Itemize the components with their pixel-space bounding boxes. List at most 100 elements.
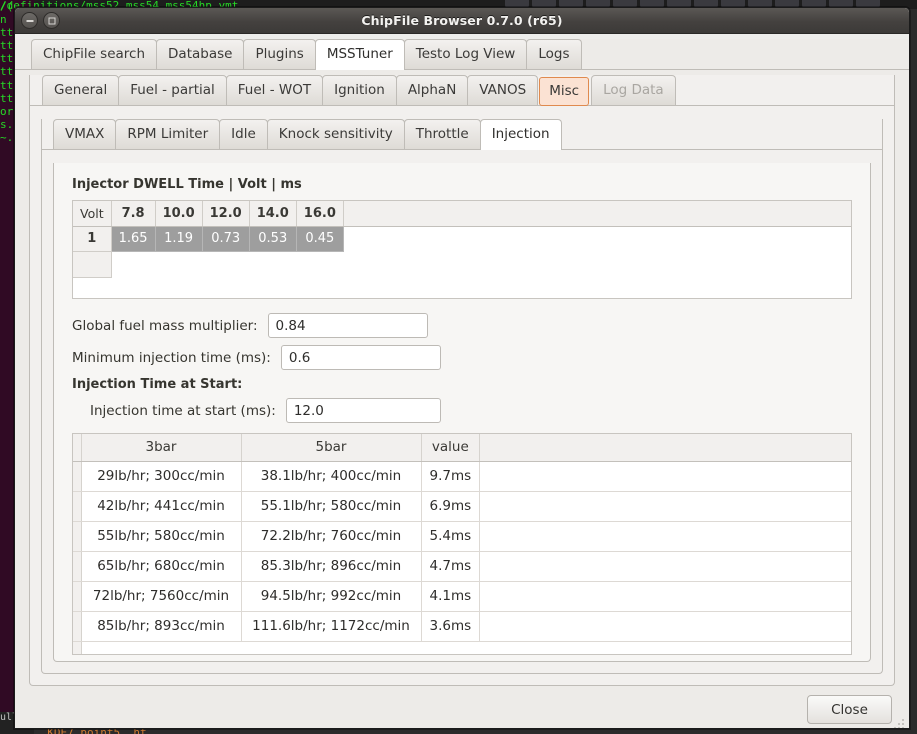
row-gutter xyxy=(73,641,82,654)
row-gutter[interactable] xyxy=(73,551,82,582)
tab-msstuner[interactable]: MSSTuner xyxy=(314,39,405,70)
dwell-cell[interactable]: 0.73 xyxy=(202,226,250,252)
dwell-cell[interactable]: 0.45 xyxy=(296,226,344,252)
table-row[interactable]: 72lb/hr; 7560cc/min 94.5lb/hr; 992cc/min… xyxy=(73,581,851,612)
dwell-cell[interactable]: 0.53 xyxy=(249,226,297,252)
injector-cell-3bar[interactable]: 42lb/hr; 441cc/min xyxy=(81,491,242,522)
injector-cell-3bar[interactable]: 29lb/hr; 300cc/min xyxy=(81,461,242,492)
dwell-row-header[interactable]: 1 xyxy=(73,226,112,252)
dwell-col-header[interactable]: 7.8 xyxy=(111,201,156,227)
injector-cell-filler xyxy=(479,551,851,582)
global-fuel-mass-multiplier-input[interactable] xyxy=(267,313,428,338)
tab-fuel-partial[interactable]: Fuel - partial xyxy=(118,75,227,105)
injector-cell-5bar[interactable]: 72.2lb/hr; 760cc/min xyxy=(241,521,422,552)
minimum-injection-time-row: Minimum injection time (ms): xyxy=(72,345,852,370)
tab-knock-sensitivity[interactable]: Knock sensitivity xyxy=(266,119,405,149)
injector-cell-filler xyxy=(479,611,851,642)
window-title: ChipFile Browser 0.7.0 (r65) xyxy=(361,13,563,28)
dwell-section-title: Injector DWELL Time | Volt | ms xyxy=(72,177,302,192)
minimize-icon xyxy=(26,19,33,22)
window-titlebar[interactable]: ChipFile Browser 0.7.0 (r65) xyxy=(15,8,909,34)
tab-testo-log-view[interactable]: Testo Log View xyxy=(403,39,528,69)
primary-tabbar: ChipFile search Database Plugins MSSTune… xyxy=(15,39,909,70)
row-gutter[interactable] xyxy=(73,491,82,522)
dwell-col-header[interactable]: 16.0 xyxy=(296,201,344,227)
dwell-header-row: Volt 7.8 10.0 12.0 14.0 16.0 xyxy=(73,201,851,227)
injector-cell-value[interactable]: 4.1ms xyxy=(421,581,481,612)
table-row[interactable]: 29lb/hr; 300cc/min 38.1lb/hr; 400cc/min … xyxy=(73,461,851,492)
dwell-col-header[interactable]: 14.0 xyxy=(249,201,297,227)
row-gutter[interactable] xyxy=(73,611,82,642)
row-gutter[interactable] xyxy=(73,581,82,612)
dwell-table-container[interactable]: Volt 7.8 10.0 12.0 14.0 16.0 1 1.65 1.19… xyxy=(72,200,852,299)
tab-general[interactable]: General xyxy=(42,75,120,105)
tab-plugins[interactable]: Plugins xyxy=(243,39,316,69)
injector-cell-3bar[interactable]: 65lb/hr; 680cc/min xyxy=(81,551,242,582)
injection-time-at-start-input[interactable] xyxy=(285,398,441,423)
injector-cell-value[interactable]: 3.6ms xyxy=(421,611,481,642)
dwell-empty-row xyxy=(73,251,851,278)
injector-cell-3bar[interactable]: 72lb/hr; 7560cc/min xyxy=(81,581,242,612)
tab-vmax[interactable]: VMAX xyxy=(53,119,117,149)
tab-chipfile-search[interactable]: ChipFile search xyxy=(31,39,158,69)
injector-cell-value[interactable]: 9.7ms xyxy=(421,461,481,492)
tab-rpm-limiter[interactable]: RPM Limiter xyxy=(115,119,221,149)
injector-cell-filler xyxy=(479,521,851,552)
table-empty-row xyxy=(73,641,851,654)
dwell-empty-cells xyxy=(111,251,851,277)
injector-col-header-5bar[interactable]: 5bar xyxy=(241,434,422,462)
injector-col-header-filler xyxy=(479,434,851,462)
injector-col-header-value[interactable]: value xyxy=(421,434,481,462)
tab-vanos[interactable]: VANOS xyxy=(467,75,539,105)
injector-cell-5bar[interactable]: 94.5lb/hr; 992cc/min xyxy=(241,581,422,612)
msstuner-panel: General Fuel - partial Fuel - WOT Igniti… xyxy=(29,75,895,686)
dwell-col-header[interactable]: 12.0 xyxy=(202,201,250,227)
injector-cell-value[interactable]: 4.7ms xyxy=(421,551,481,582)
injector-cell-3bar[interactable]: 55lb/hr; 580cc/min xyxy=(81,521,242,552)
table-row[interactable]: 55lb/hr; 580cc/min 72.2lb/hr; 760cc/min … xyxy=(73,521,851,552)
tab-database[interactable]: Database xyxy=(156,39,245,69)
row-gutter[interactable] xyxy=(73,521,82,552)
global-fuel-mass-multiplier-row: Global fuel mass multiplier: xyxy=(72,313,852,338)
injection-time-at-start-heading: Injection Time at Start: xyxy=(72,377,243,392)
dwell-cell[interactable]: 1.65 xyxy=(111,226,156,252)
close-button[interactable]: Close xyxy=(807,695,892,724)
dwell-empty-row-header[interactable] xyxy=(73,251,112,278)
tab-alphan[interactable]: AlphaN xyxy=(395,75,469,105)
dwell-col-header[interactable]: 10.0 xyxy=(155,201,203,227)
tab-injection[interactable]: Injection xyxy=(479,119,562,150)
injector-cell-5bar[interactable]: 85.3lb/hr; 896cc/min xyxy=(241,551,422,582)
maximize-icon xyxy=(48,17,55,24)
dwell-row-filler xyxy=(343,226,851,251)
dwell-header-filler xyxy=(343,201,851,227)
injector-cell-5bar[interactable]: 111.6lb/hr; 1172cc/min xyxy=(241,611,422,642)
tab-misc[interactable]: Misc xyxy=(539,77,590,106)
maximize-button[interactable] xyxy=(43,12,60,29)
tab-fuel-wot[interactable]: Fuel - WOT xyxy=(225,75,324,105)
tab-idle[interactable]: Idle xyxy=(219,119,268,149)
injection-time-at-start-row: Injection time at start (ms): xyxy=(72,398,852,423)
tab-ignition[interactable]: Ignition xyxy=(322,75,397,105)
window-controls xyxy=(21,12,60,29)
tab-logs[interactable]: Logs xyxy=(526,39,582,69)
injector-cell-value[interactable]: 6.9ms xyxy=(421,491,481,522)
injection-time-at-start-label: Injection time at start (ms): xyxy=(90,402,276,419)
injector-col-header-3bar[interactable]: 3bar xyxy=(81,434,242,462)
injector-cell-5bar[interactable]: 38.1lb/hr; 400cc/min xyxy=(241,461,422,492)
injector-cell-3bar[interactable]: 85lb/hr; 893cc/min xyxy=(81,611,242,642)
table-row[interactable]: 85lb/hr; 893cc/min 111.6lb/hr; 1172cc/mi… xyxy=(73,611,851,642)
row-gutter[interactable] xyxy=(73,461,82,492)
dwell-data-row[interactable]: 1 1.65 1.19 0.73 0.53 0.45 xyxy=(73,226,851,252)
dwell-cell[interactable]: 1.19 xyxy=(155,226,203,252)
table-row[interactable]: 42lb/hr; 441cc/min 55.1lb/hr; 580cc/min … xyxy=(73,491,851,522)
injector-cell-5bar[interactable]: 55.1lb/hr; 580cc/min xyxy=(241,491,422,522)
minimum-injection-time-input[interactable] xyxy=(280,345,441,370)
tab-throttle[interactable]: Throttle xyxy=(403,119,481,149)
resize-grip-icon[interactable] xyxy=(892,717,906,728)
table-row[interactable]: 65lb/hr; 680cc/min 85.3lb/hr; 896cc/min … xyxy=(73,551,851,582)
dwell-corner-header[interactable]: Volt xyxy=(73,201,112,227)
dialog-action-bar: Close xyxy=(15,686,909,728)
injector-reference-table-container[interactable]: 3bar 5bar value 29lb/hr; 300cc/min 38.1l… xyxy=(72,433,852,655)
minimize-button[interactable] xyxy=(21,12,38,29)
injector-cell-value[interactable]: 5.4ms xyxy=(421,521,481,552)
